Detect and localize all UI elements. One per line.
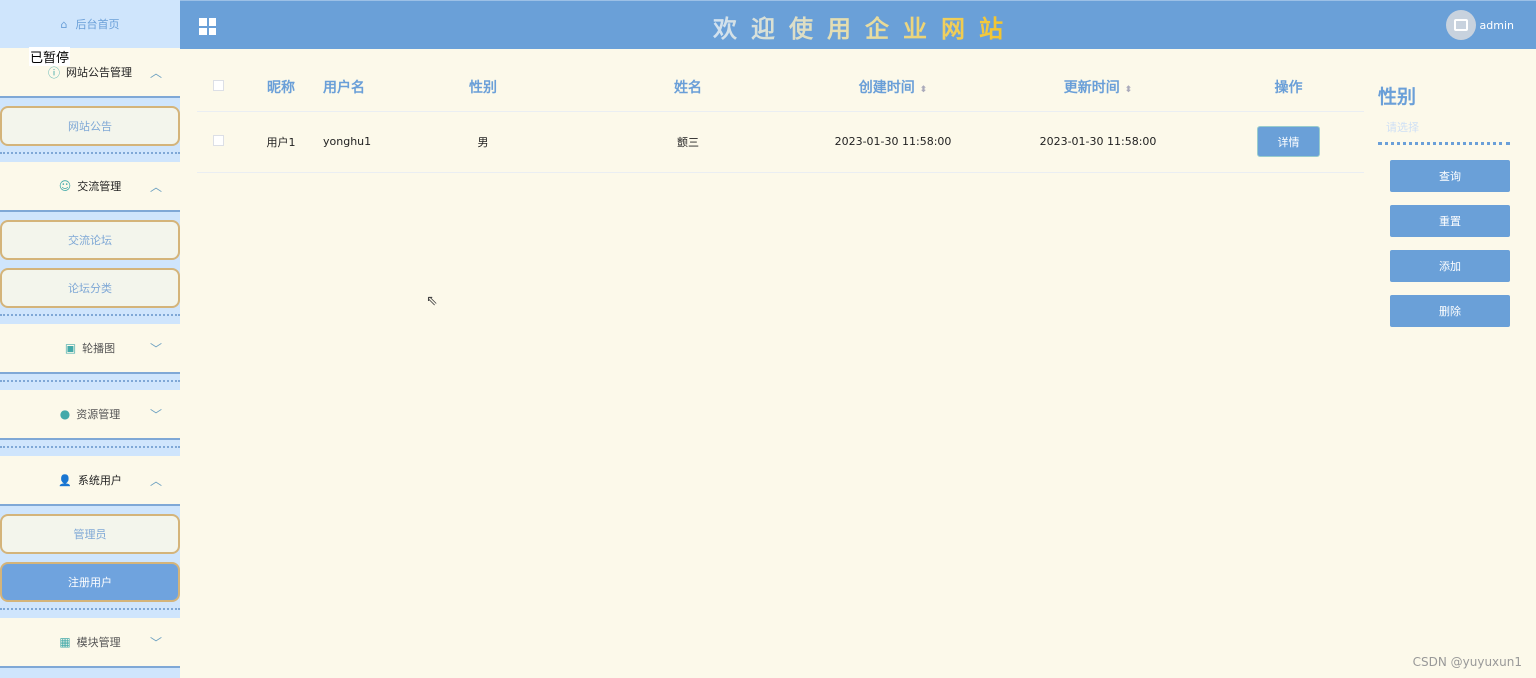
col-nickname: 昵称 [239,63,323,112]
col-updated[interactable]: 更新时间 ⬍ [983,63,1213,112]
sidebar: ⌂ 后台首页 ⓘ 网站公告管理 ︿ 网站公告 ☺ 交流管理 ︿ 交流论坛 论坛分类 ▣ 轮播… [0,0,180,678]
add-button[interactable]: 添加 [1390,250,1510,282]
col-gender: 性别 [393,63,573,112]
mouse-cursor-icon: ⇖ [426,293,438,309]
table-header: 昵称 用户名 性别 姓名 创建时间 ⬍ 更新时间 ⬍ 操作 [197,63,1364,112]
table-row: 用户1 yonghu1 男 颤三 2023-01-30 11:58:00 202… [197,111,1364,173]
chevron-up-icon: ︿ [149,65,162,80]
search-button[interactable]: 查询 [1390,160,1510,192]
site-title: 欢迎使用企业网站 [698,9,1018,44]
row-checkbox[interactable] [212,134,224,146]
username[interactable]: admin [1480,19,1514,32]
chevron-up-icon: ︿ [149,473,162,488]
image-icon: ▣ [64,341,77,355]
group-modules[interactable]: ▦ 模块管理 ﹀ [0,618,180,668]
sort-icon: ⬍ [919,84,928,95]
col-created[interactable]: 创建时间 ⬍ [803,63,983,112]
detail-button[interactable]: 详情 [1257,126,1320,157]
select-all-checkbox[interactable] [212,79,224,91]
sidebar-item-registered-users[interactable]: 注册用户 [0,562,180,602]
watermark: CSDN @yuyuxun1 [1412,655,1522,669]
divider [0,146,180,154]
chevron-down-icon: ﹀ [149,341,162,356]
cell-updated: 2023-01-30 11:58:00 [983,111,1213,173]
cell-created: 2023-01-30 11:58:00 [803,111,983,173]
gender-select[interactable]: 请选择 [1378,117,1510,145]
cell-username: yonghu1 [323,111,393,173]
cell-nickname: 用户1 [239,111,323,173]
reset-button[interactable]: 重置 [1390,205,1510,237]
user-icon: 👤 [58,473,72,487]
chevron-down-icon: ﹀ [149,407,162,422]
divider [0,440,180,448]
sidebar-item-forum[interactable]: 交流论坛 [0,220,180,260]
users-table: 昵称 用户名 性别 姓名 创建时间 ⬍ 更新时间 ⬍ 操作 用户1 yonghu… [197,63,1364,173]
cell-gender: 男 [393,111,573,173]
group-communication[interactable]: ☺ 交流管理 ︿ [0,162,180,212]
group-carousel[interactable]: ▣ 轮播图 ﹀ [0,324,180,374]
info-icon: ⓘ [47,65,60,80]
group-announcements[interactable]: ⓘ 网站公告管理 ︿ [0,48,180,98]
sidebar-item-admins[interactable]: 管理员 [0,514,180,554]
sidebar-item-announcements[interactable]: 网站公告 [0,106,180,146]
balloon-icon: ● [59,407,71,421]
divider [0,308,180,316]
divider [0,602,180,610]
col-name: 姓名 [573,63,803,112]
col-actions: 操作 [1213,63,1364,112]
chevron-up-icon: ︿ [149,179,162,194]
chevron-down-icon: ﹀ [149,635,162,650]
home-icon: ⌂ [60,17,68,31]
group-system-users[interactable]: 👤 系统用户 ︿ [0,456,180,506]
header: 欢迎使用企业网站 admin [180,0,1536,49]
sidebar-item-forum-category[interactable]: 论坛分类 [0,268,180,308]
delete-button[interactable]: 删除 [1390,295,1510,327]
sort-icon: ⬍ [1124,84,1133,95]
cell-name: 颤三 [573,111,803,173]
divider [0,374,180,382]
chat-icon: ☺ [58,179,72,193]
menu-grid-icon[interactable] [199,18,216,35]
paused-overlay: 已暂停 [29,47,71,66]
image-icon [1454,19,1468,31]
group-resources[interactable]: ● 资源管理 ﹀ [0,390,180,440]
grid-icon: ▦ [59,635,71,649]
sidebar-home[interactable]: ⌂ 后台首页 [0,0,180,48]
avatar[interactable] [1446,10,1476,40]
filter-label: 性别 [1378,86,1417,108]
col-username: 用户名 [323,63,393,112]
